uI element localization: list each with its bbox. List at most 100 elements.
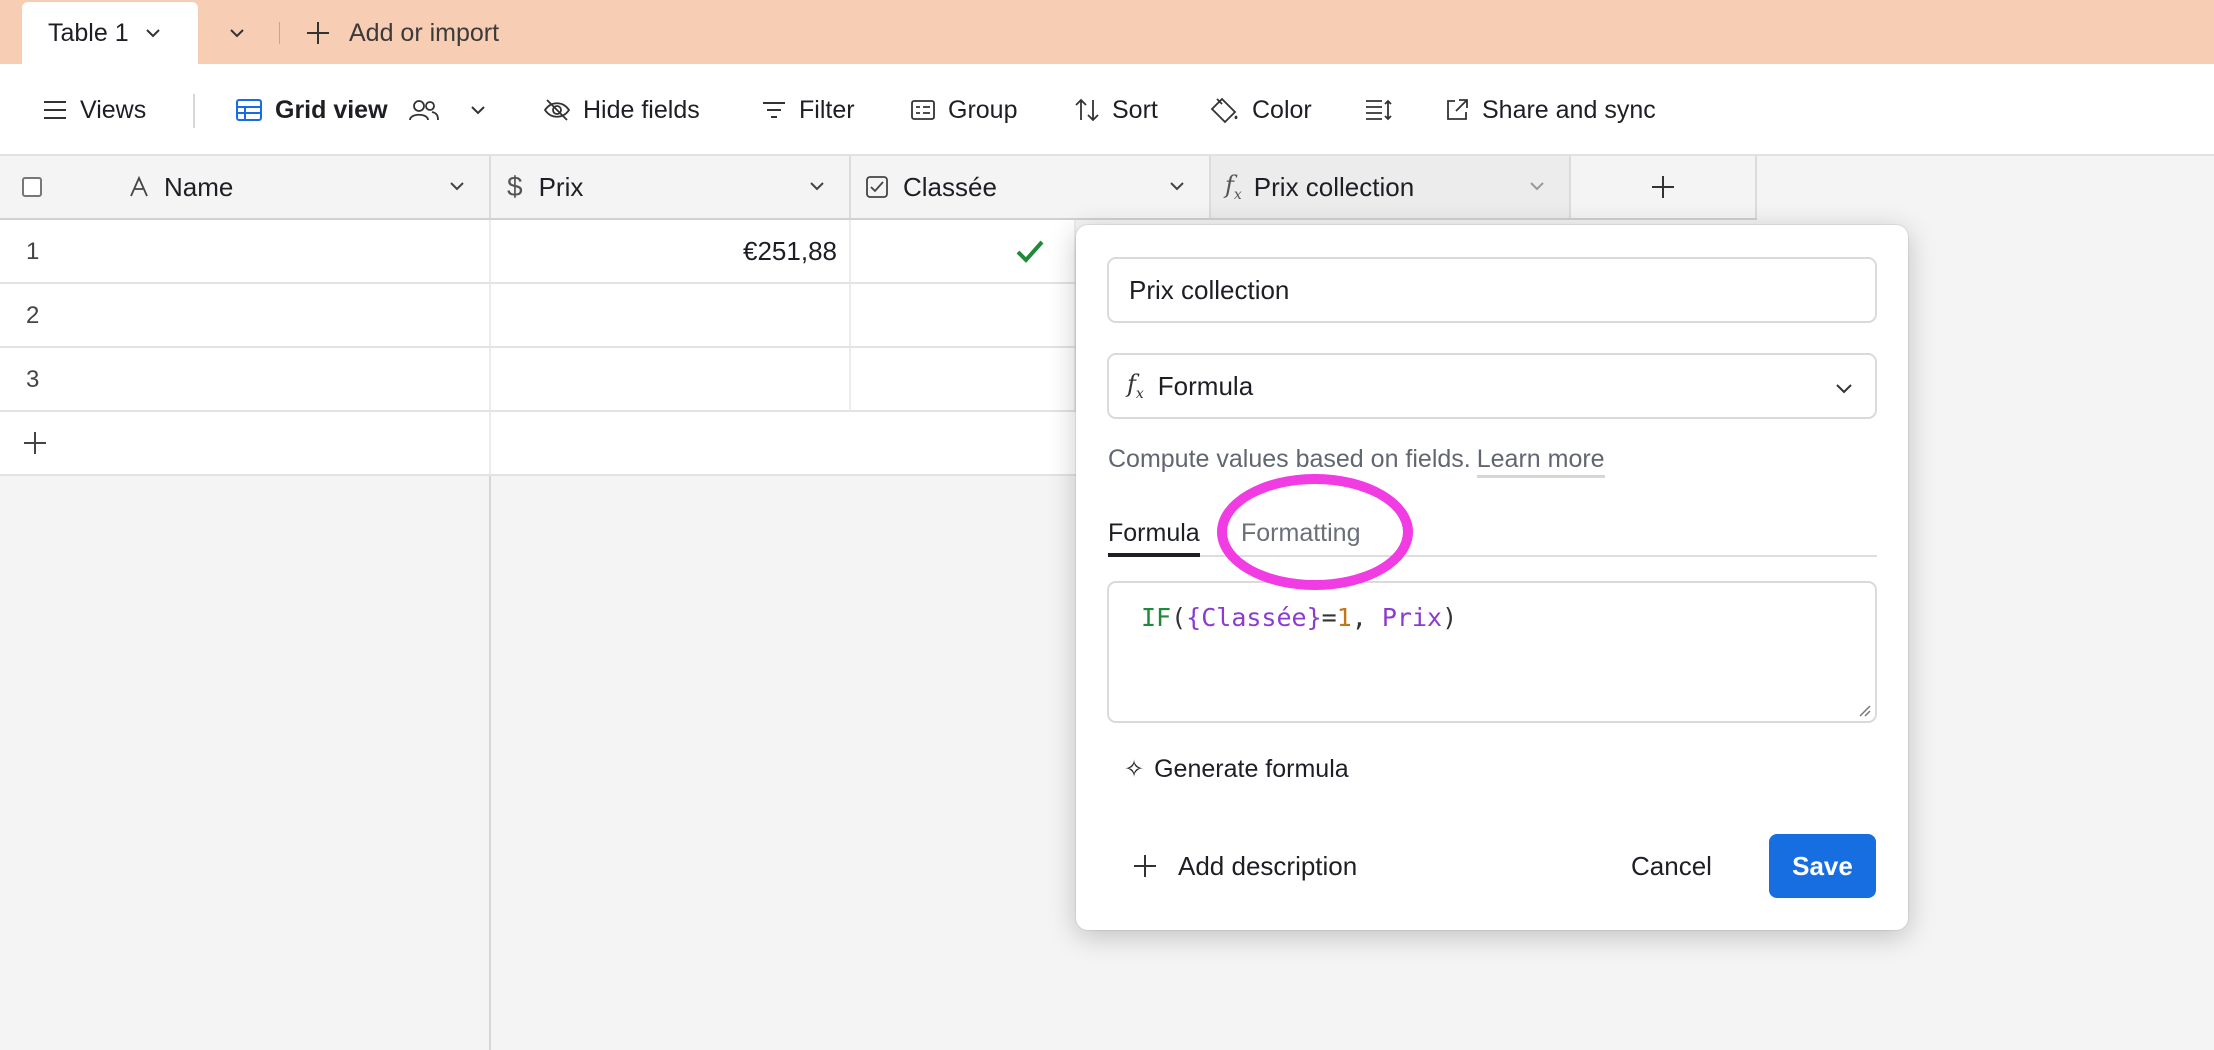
formula-operator: = — [1321, 603, 1337, 632]
formula-comma: , — [1351, 603, 1382, 632]
filter-button[interactable]: Filter — [761, 90, 855, 130]
formula-icon: fx — [1225, 171, 1242, 203]
currency-icon: $ — [507, 171, 523, 202]
external-link-icon — [1447, 99, 1468, 120]
column-name-label: Name — [164, 171, 234, 202]
plus-icon — [1652, 176, 1674, 198]
add-field-button[interactable] — [1571, 156, 1757, 218]
views-button[interactable]: Views — [42, 90, 146, 130]
highlight-circle-annotation — [1217, 474, 1413, 590]
column-prix-collection-label: Prix collection — [1253, 171, 1415, 202]
formula-field-ref: Prix — [1381, 603, 1443, 632]
plus-icon — [307, 22, 329, 44]
row-number: 1 — [26, 238, 40, 265]
grid-icon — [236, 99, 262, 121]
field-config-popup: Prix collection fx Formula Compute value… — [1076, 225, 1908, 930]
formula-function: IF — [1141, 603, 1172, 632]
sort-button[interactable]: Sort — [1074, 90, 1158, 130]
learn-more-link[interactable]: Learn more — [1476, 445, 1605, 478]
view-toolbar: Views Grid view Hide fields Filter Group… — [0, 64, 2214, 156]
primary-cell[interactable]: 1 — [0, 220, 491, 282]
resize-handle-icon[interactable] — [1857, 703, 1871, 717]
chevron-down-icon — [1836, 384, 1852, 394]
primary-cell[interactable]: 3 — [0, 348, 491, 410]
tab-formula[interactable]: Formula — [1108, 515, 1200, 557]
chevron-down-icon[interactable] — [807, 176, 827, 196]
save-button[interactable]: Save — [1769, 834, 1876, 898]
tab-table-1[interactable]: Table 1 — [22, 2, 198, 64]
header-field-prix-collection[interactable]: fx Prix collection — [1211, 156, 1571, 218]
collaborators-icon — [408, 100, 439, 121]
row-number: 3 — [26, 366, 40, 393]
chevron-down-icon[interactable] — [143, 23, 163, 43]
prix-value: €251,88 — [743, 235, 837, 266]
filter-icon — [763, 102, 785, 118]
views-label: Views — [80, 95, 147, 124]
color-button[interactable]: Color — [1210, 90, 1312, 130]
field-type-select[interactable]: fx Formula — [1107, 353, 1877, 419]
header-primary-field[interactable]: Name — [0, 156, 491, 218]
grid-view-label: Grid view — [275, 95, 388, 124]
field-type-label: Formula — [1157, 370, 1254, 401]
field-type-description: Compute values based on fields. Learn mor… — [1108, 445, 1605, 478]
classee-cell[interactable] — [851, 348, 1076, 410]
generate-formula-label: Generate formula — [1154, 754, 1349, 783]
add-row[interactable] — [0, 412, 1076, 476]
formula-field-ref: {Classée} — [1186, 603, 1322, 632]
primary-cell[interactable]: 2 — [0, 284, 491, 346]
field-name-input[interactable]: Prix collection — [1107, 257, 1877, 323]
table-tab-bar: Table 1 Add or import — [0, 0, 2214, 64]
row-height-button[interactable] — [1364, 90, 1406, 130]
add-or-import-label: Add or import — [349, 18, 500, 47]
group-button[interactable]: Group — [910, 90, 1017, 130]
chevron-down-icon[interactable] — [1167, 176, 1187, 196]
row-number: 2 — [26, 302, 40, 329]
chevron-down-icon[interactable] — [468, 100, 488, 120]
formula-number: 1 — [1336, 603, 1352, 632]
column-prix-label: Prix — [538, 171, 584, 202]
prix-cell[interactable] — [491, 284, 851, 346]
group-icon — [911, 100, 935, 120]
generate-formula-button[interactable]: ✧ Generate formula — [1124, 751, 1349, 787]
chevron-down-icon[interactable] — [1527, 176, 1547, 196]
prix-cell[interactable]: €251,88 — [491, 220, 851, 282]
paint-bucket-icon — [1210, 97, 1238, 124]
menu-icon — [44, 101, 66, 119]
column-classee-label: Classée — [903, 171, 997, 202]
filter-label: Filter — [799, 95, 855, 124]
checkbox-icon — [866, 176, 888, 198]
prix-cell[interactable] — [491, 348, 851, 410]
formula-editor[interactable]: IF({Classée}=1, Prix) — [1107, 581, 1877, 723]
color-label: Color — [1252, 95, 1312, 124]
classee-cell[interactable] — [851, 284, 1076, 346]
hide-fields-label: Hide fields — [583, 95, 700, 124]
header-field-classee[interactable]: Classée — [851, 156, 1211, 218]
cancel-button[interactable]: Cancel — [1631, 847, 1712, 885]
tab-table-1-label: Table 1 — [48, 18, 129, 47]
table-row[interactable]: 1 €251,88 — [0, 220, 1076, 284]
table-row[interactable]: 3 — [0, 348, 1076, 412]
hide-fields-button[interactable]: Hide fields — [543, 90, 700, 130]
add-description-label: Add description — [1178, 850, 1358, 881]
sort-label: Sort — [1112, 95, 1158, 124]
plus-icon — [1134, 855, 1156, 877]
plus-icon — [24, 432, 46, 454]
header-field-prix[interactable]: $ Prix — [491, 156, 851, 218]
row-height-icon — [1366, 99, 1392, 121]
select-all-checkbox[interactable] — [22, 177, 42, 197]
grid-view-button[interactable]: Grid view — [235, 90, 500, 130]
sparkle-icon: ✧ — [1124, 755, 1145, 783]
add-record-button[interactable] — [0, 412, 491, 474]
share-and-sync-label: Share and sync — [1482, 95, 1656, 124]
formula-close-paren: ) — [1442, 603, 1458, 632]
chevron-down-icon[interactable] — [447, 176, 467, 196]
group-label: Group — [948, 95, 1018, 124]
add-or-import-button[interactable]: Add or import — [305, 16, 499, 50]
share-and-sync-button[interactable]: Share and sync — [1444, 90, 1656, 130]
classee-cell[interactable] — [851, 220, 1076, 282]
checkmark-icon — [1016, 240, 1044, 263]
add-description-button[interactable]: Add description — [1132, 847, 1357, 885]
table-row[interactable]: 2 — [0, 284, 1076, 348]
sort-icon — [1075, 98, 1099, 122]
all-tables-chevron-down-icon[interactable] — [222, 18, 252, 48]
